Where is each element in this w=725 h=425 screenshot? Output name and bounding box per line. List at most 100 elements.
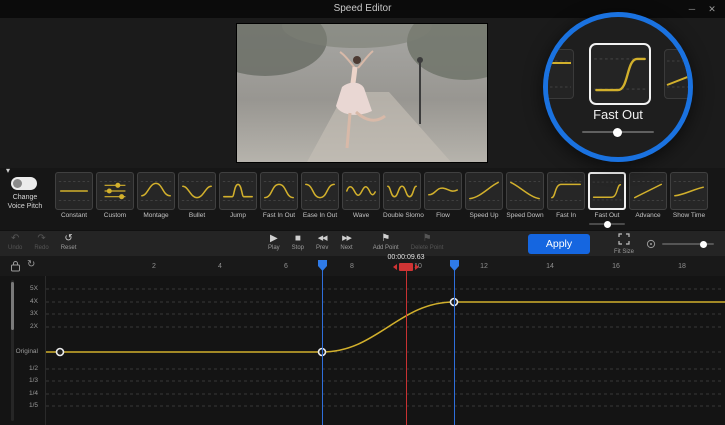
preset-constant[interactable]: Constant: [55, 172, 93, 219]
graph-zoom-track[interactable]: [662, 243, 714, 245]
add-point-button[interactable]: ⚑Add Point: [373, 233, 399, 251]
preset-flow[interactable]: Flow: [424, 172, 462, 219]
ruler-tick: 18: [672, 263, 692, 270]
undo-icon: ↶: [11, 233, 19, 244]
preset-label: Fast Out: [588, 212, 626, 219]
preset-bullet[interactable]: Bullet: [178, 172, 216, 219]
preset-thumbnail[interactable]: [219, 172, 257, 210]
preset-fast-in[interactable]: Fast In: [547, 172, 585, 219]
toolbar: ↶Undo ↷Redo ↺Reset ▶Play ■Stop ◀◀Prev ▶▶…: [0, 230, 725, 258]
lock-icon[interactable]: [10, 259, 21, 277]
preset-strip: ConstantCustomMontageBulletJumpFast In O…: [55, 172, 711, 219]
zoom-callout-label: Fast Out: [548, 107, 688, 122]
preset-label: Montage: [137, 212, 175, 219]
preset-thumbnail[interactable]: [547, 172, 585, 210]
graph-zoom-handle[interactable]: [700, 241, 707, 248]
preset-advance[interactable]: Advance: [629, 172, 667, 219]
close-button[interactable]: ✕: [703, 0, 721, 18]
preset-wave[interactable]: Wave: [342, 172, 380, 219]
delete-point-button[interactable]: ⚑Delete Point: [411, 233, 444, 251]
voice-pitch-switch-knob: [13, 179, 22, 188]
speed-graph[interactable]: 5X4X3X2XOriginal1/21/31/41/5: [0, 276, 725, 425]
preset-fast-out[interactable]: Fast Out: [588, 172, 626, 219]
redo-button[interactable]: ↷Redo: [34, 233, 48, 251]
prev-button[interactable]: ◀◀Prev: [316, 233, 328, 251]
preset-thumbnail[interactable]: [301, 172, 339, 210]
fit-size-icon: [618, 233, 630, 248]
apply-button[interactable]: Apply: [528, 234, 590, 254]
preset-label: Bullet: [178, 212, 216, 219]
collapse-panel-icon[interactable]: ▾: [6, 166, 10, 175]
fit-size-button[interactable]: Fit Size: [614, 233, 634, 255]
preset-label: Show Time: [670, 212, 708, 219]
preset-label: Speed Up: [465, 212, 503, 219]
video-preview: [237, 24, 487, 162]
next-icon: ▶▶: [342, 233, 351, 244]
preset-label: Double Slomo: [383, 212, 421, 219]
reset-zoom-icon[interactable]: ↻: [27, 259, 35, 271]
preset-thumbnail[interactable]: [137, 172, 175, 210]
preset-ease-in-out[interactable]: Ease In Out: [301, 172, 339, 219]
preset-double-slomo[interactable]: Double Slomo: [383, 172, 421, 219]
preset-thumbnail[interactable]: [465, 172, 503, 210]
preset-thumbnail[interactable]: [260, 172, 298, 210]
reset-icon: ↺: [64, 233, 72, 244]
ruler-tick: 4: [210, 263, 230, 270]
preset-label: Fast In Out: [260, 212, 298, 219]
preset-label: Wave: [342, 212, 380, 219]
preset-label: Custom: [96, 212, 134, 219]
preset-label: Constant: [55, 212, 93, 219]
zoom-callout-selected-tile: [589, 43, 651, 105]
current-time: 00:00:09.63: [374, 254, 438, 261]
undo-button[interactable]: ↶Undo: [8, 233, 22, 251]
playback-group: ▶Play ■Stop ◀◀Prev ▶▶Next ⚑Add Point ⚑De…: [268, 233, 443, 251]
preset-label: Speed Down: [506, 212, 544, 219]
timeline-ruler[interactable]: ↻ 00:00:09.63 24681012141618: [0, 256, 725, 277]
preset-thumbnail[interactable]: [96, 172, 134, 210]
stop-icon: ■: [295, 233, 301, 244]
preset-thumbnail[interactable]: [178, 172, 216, 210]
reset-button[interactable]: ↺Reset: [61, 233, 77, 251]
graph-zoom-control[interactable]: [646, 239, 714, 249]
zoom-callout-slider-handle: [613, 128, 622, 137]
next-button[interactable]: ▶▶Next: [340, 233, 352, 251]
preset-fast-in-out[interactable]: Fast In Out: [260, 172, 298, 219]
history-group: ↶Undo ↷Redo ↺Reset: [8, 233, 76, 251]
voice-pitch-switch[interactable]: [11, 177, 37, 190]
video-frame: [237, 24, 487, 162]
preset-show-time[interactable]: Show Time: [670, 172, 708, 219]
speed-editor-window: Speed Editor ─ ✕: [0, 0, 725, 425]
ruler-tick: 10: [408, 263, 428, 270]
preset-label: Ease In Out: [301, 212, 339, 219]
preset-montage[interactable]: Montage: [137, 172, 175, 219]
voice-pitch-label: Change Voice Pitch: [0, 193, 50, 211]
preset-speed-up[interactable]: Speed Up: [465, 172, 503, 219]
preset-thumbnail[interactable]: [383, 172, 421, 210]
preset-speed-down[interactable]: Speed Down: [506, 172, 544, 219]
preset-custom[interactable]: Custom: [96, 172, 134, 219]
play-button[interactable]: ▶Play: [268, 233, 280, 251]
zoom-icon: [646, 239, 656, 249]
preset-thumbnail[interactable]: [670, 172, 708, 210]
preset-thumbnail[interactable]: [55, 172, 93, 210]
preset-label: Advance: [629, 212, 667, 219]
preset-thumbnail[interactable]: [342, 172, 380, 210]
preset-jump[interactable]: Jump: [219, 172, 257, 219]
prev-icon: ◀◀: [318, 233, 327, 244]
minimize-button[interactable]: ─: [683, 0, 701, 18]
preset-intensity-handle[interactable]: [604, 221, 611, 228]
preset-intensity-slider[interactable]: [589, 223, 625, 225]
add-point-icon: ⚑: [381, 233, 390, 244]
zoom-callout: Fast Out: [543, 12, 693, 162]
preset-thumbnail[interactable]: [629, 172, 667, 210]
preset-thumbnail[interactable]: [588, 172, 626, 210]
stop-button[interactable]: ■Stop: [292, 233, 304, 251]
view-group: Fit Size: [614, 233, 714, 255]
preset-thumbnail[interactable]: [506, 172, 544, 210]
preset-thumbnail[interactable]: [424, 172, 462, 210]
preset-label: Jump: [219, 212, 257, 219]
graph-svg: [0, 276, 725, 425]
ruler-tick: 16: [606, 263, 626, 270]
play-icon: ▶: [270, 233, 278, 244]
preset-label: Fast In: [547, 212, 585, 219]
